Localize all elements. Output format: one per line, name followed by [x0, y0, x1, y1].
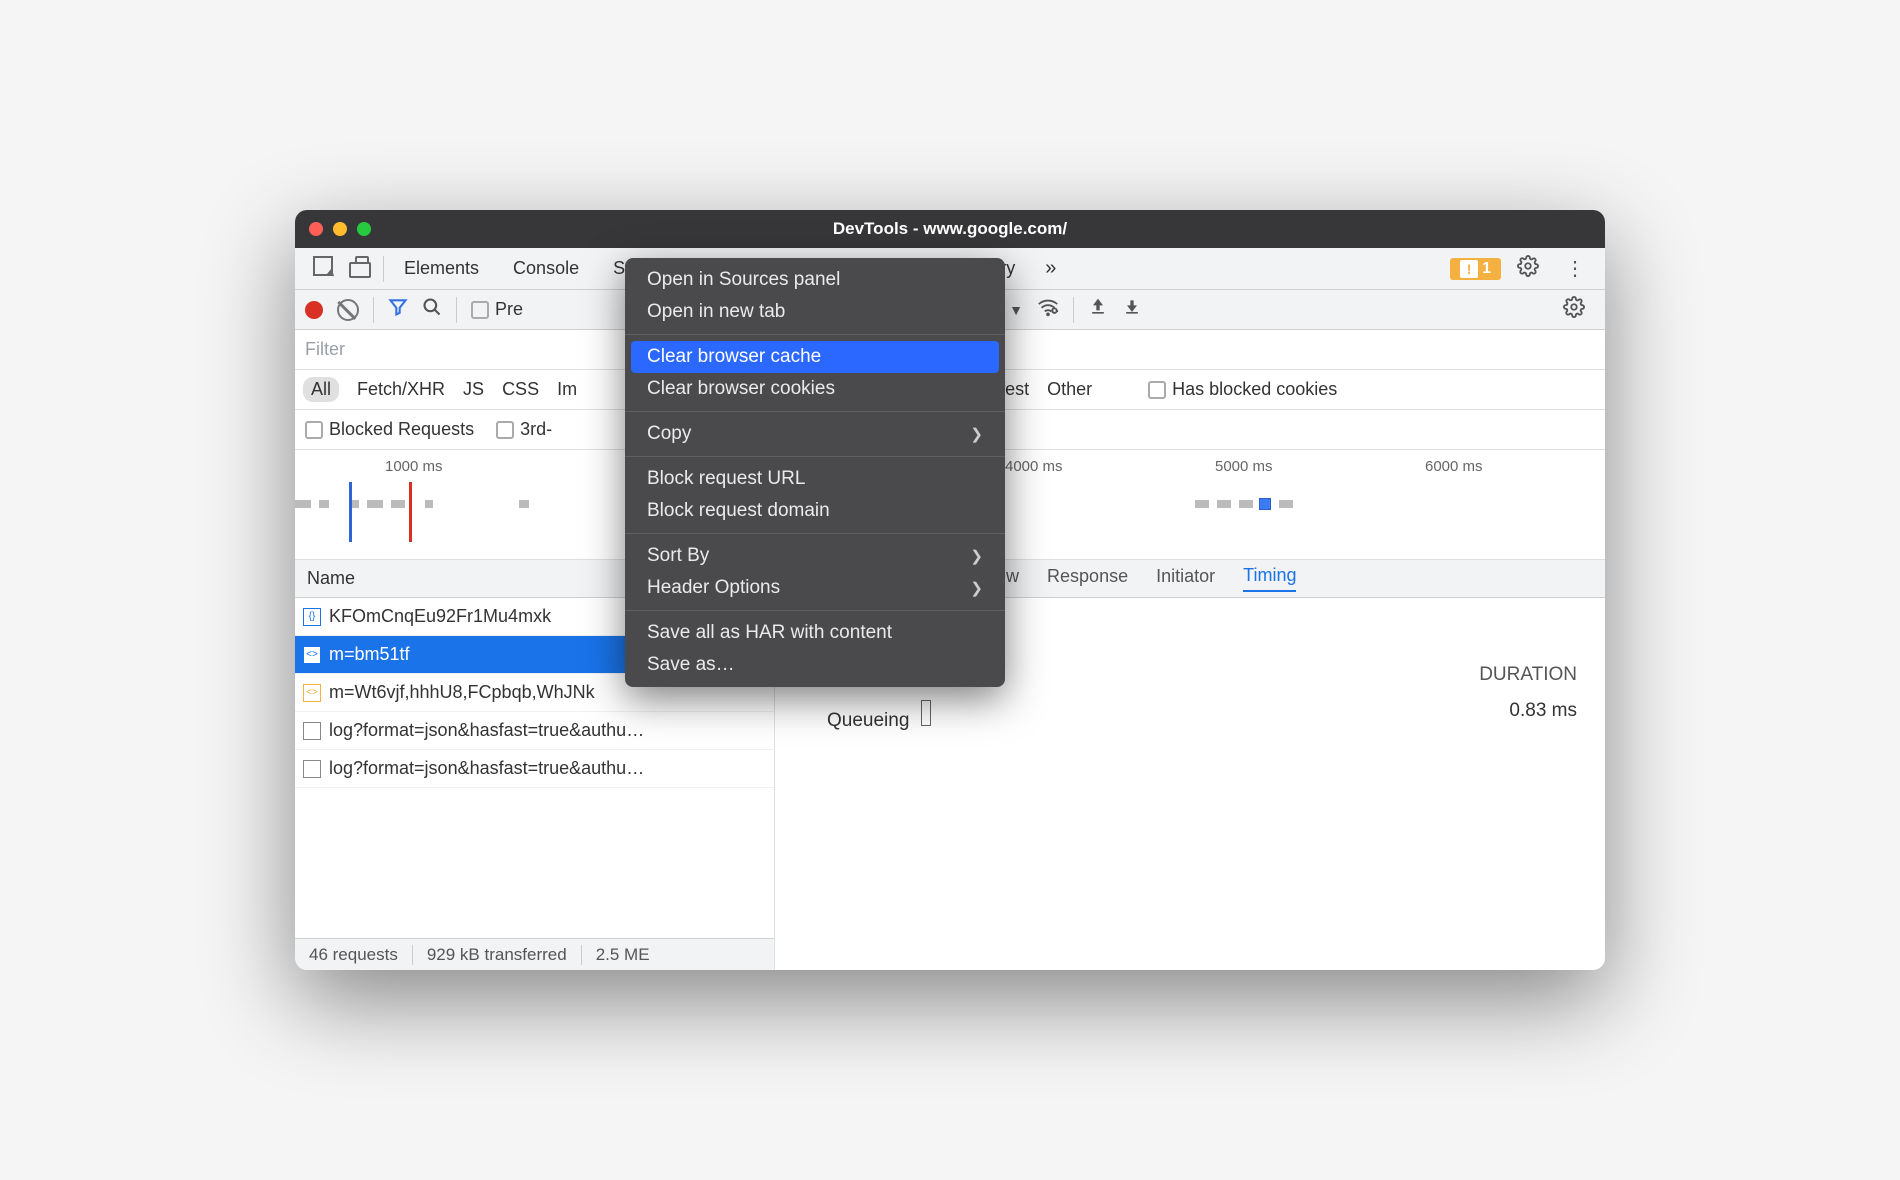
- menu-open-sources[interactable]: Open in Sources panel: [625, 264, 1005, 296]
- timeline-tick: 1000 ms: [385, 458, 443, 475]
- filter-input[interactable]: Filter: [305, 339, 345, 360]
- chip-other[interactable]: Other: [1047, 379, 1092, 400]
- request-name: KFOmCnqEu92Fr1Mu4mxk: [329, 606, 551, 627]
- request-name: log?format=json&hasfast=true&authu…: [329, 758, 644, 779]
- minimize-window-button[interactable]: [333, 222, 347, 236]
- clear-button[interactable]: [337, 299, 359, 321]
- menu-copy[interactable]: Copy❯: [625, 418, 1005, 450]
- issues-badge[interactable]: !1: [1450, 258, 1501, 280]
- chip-img[interactable]: Im: [557, 379, 577, 400]
- menu-clear-cookies[interactable]: Clear browser cookies: [625, 373, 1005, 405]
- detail-tab-initiator[interactable]: Initiator: [1156, 566, 1215, 591]
- devtools-window: DevTools - www.google.com/ Elements Cons…: [295, 210, 1605, 970]
- status-bar: 46 requests 929 kB transferred 2.5 ME: [295, 938, 774, 970]
- network-settings-gear-icon[interactable]: [1553, 296, 1595, 324]
- settings-gear-icon[interactable]: [1507, 255, 1549, 283]
- menu-separator: [625, 610, 1005, 611]
- titlebar: DevTools - www.google.com/: [295, 210, 1605, 248]
- menu-block-url[interactable]: Block request URL: [625, 463, 1005, 495]
- maximize-window-button[interactable]: [357, 222, 371, 236]
- menu-open-new-tab[interactable]: Open in new tab: [625, 296, 1005, 328]
- request-row[interactable]: log?format=json&hasfast=true&authu…: [295, 712, 774, 750]
- menu-block-domain[interactable]: Block request domain: [625, 495, 1005, 527]
- request-name: m=bm51tf: [329, 644, 410, 665]
- record-button[interactable]: [305, 301, 323, 319]
- chip-css[interactable]: CSS: [502, 379, 539, 400]
- kebab-menu-icon[interactable]: ⋮: [1555, 256, 1595, 281]
- menu-save-as[interactable]: Save as…: [625, 649, 1005, 681]
- chip-fetch-xhr[interactable]: Fetch/XHR: [357, 379, 445, 400]
- submenu-arrow-icon: ❯: [970, 547, 983, 565]
- request-row[interactable]: log?format=json&hasfast=true&authu…: [295, 750, 774, 788]
- file-type-icon: <>: [303, 646, 321, 664]
- file-type-icon: {}: [303, 608, 321, 626]
- search-icon[interactable]: [422, 297, 442, 323]
- has-blocked-cookies-checkbox[interactable]: Has blocked cookies: [1148, 379, 1337, 400]
- menu-sort-by[interactable]: Sort By❯: [625, 540, 1005, 572]
- window-title: DevTools - www.google.com/: [833, 219, 1067, 239]
- menu-save-har[interactable]: Save all as HAR with content: [625, 617, 1005, 649]
- menu-separator: [625, 334, 1005, 335]
- tab-elements[interactable]: Elements: [390, 252, 493, 285]
- device-toggle-icon[interactable]: [347, 252, 377, 286]
- file-type-icon: [303, 760, 321, 778]
- network-conditions-icon[interactable]: [1037, 296, 1059, 324]
- close-window-button[interactable]: [309, 222, 323, 236]
- timeline-tick: 4000 ms: [1005, 458, 1063, 475]
- file-type-icon: [303, 722, 321, 740]
- menu-header-options[interactable]: Header Options❯: [625, 572, 1005, 604]
- divider: [383, 256, 384, 282]
- thirdparty-checkbox[interactable]: 3rd-: [496, 419, 552, 440]
- menu-separator: [625, 533, 1005, 534]
- detail-tab-response[interactable]: Response: [1047, 566, 1128, 591]
- select-element-icon[interactable]: [305, 252, 341, 286]
- filter-toggle-icon[interactable]: [388, 297, 408, 323]
- chip-js[interactable]: JS: [463, 379, 484, 400]
- context-menu: Open in Sources panel Open in new tab Cl…: [625, 258, 1005, 687]
- submenu-arrow-icon: ❯: [970, 579, 983, 597]
- menu-clear-cache[interactable]: Clear browser cache: [631, 341, 999, 373]
- file-type-icon: <>: [303, 684, 321, 702]
- duration-header: DURATION: [1479, 664, 1577, 686]
- download-har-icon[interactable]: [1122, 297, 1142, 323]
- detail-tab-timing[interactable]: Timing: [1243, 565, 1296, 592]
- upload-har-icon[interactable]: [1088, 297, 1108, 323]
- status-transferred: 929 kB transferred: [413, 945, 582, 965]
- queueing-value: 0.83 ms: [1509, 700, 1577, 732]
- traffic-lights: [309, 222, 371, 236]
- timeline-tick: 6000 ms: [1425, 458, 1483, 475]
- request-name: log?format=json&hasfast=true&authu…: [329, 720, 644, 741]
- more-tabs-icon[interactable]: »: [1035, 257, 1066, 280]
- submenu-arrow-icon: ❯: [970, 425, 983, 443]
- menu-separator: [625, 456, 1005, 457]
- timeline-tick: 5000 ms: [1215, 458, 1273, 475]
- chip-all[interactable]: All: [303, 377, 339, 402]
- status-requests: 46 requests: [295, 945, 413, 965]
- queueing-label: Queueing: [827, 710, 909, 731]
- request-name: m=Wt6vjf,hhhU8,FCpbqb,WhJNk: [329, 682, 595, 703]
- blocked-requests-checkbox[interactable]: Blocked Requests: [305, 419, 474, 440]
- queueing-bar: [921, 700, 931, 726]
- preserve-log-checkbox[interactable]: Pre: [471, 299, 523, 320]
- tab-console[interactable]: Console: [499, 252, 593, 285]
- status-resources: 2.5 ME: [582, 945, 664, 965]
- menu-separator: [625, 411, 1005, 412]
